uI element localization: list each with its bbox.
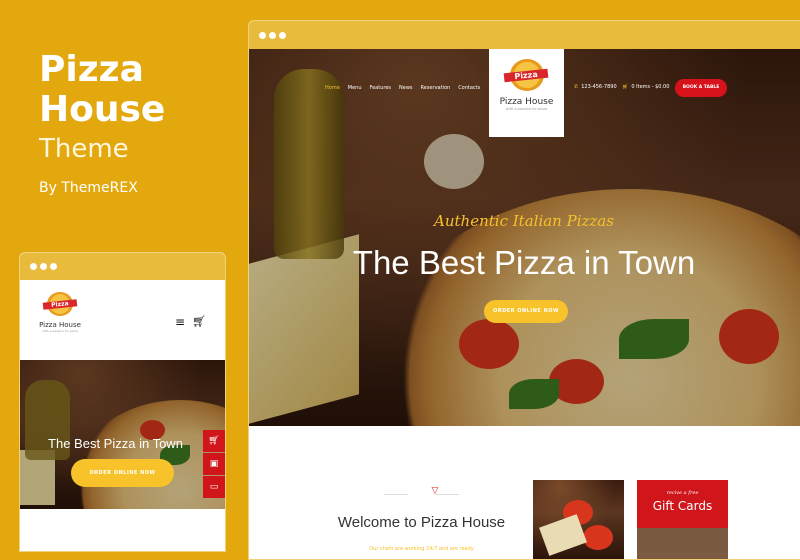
side-panel: 🛒︎ ▣ ▭ bbox=[203, 430, 225, 498]
logo-badge-text: Pizza bbox=[42, 299, 78, 310]
nav-contacts[interactable]: Contacts bbox=[458, 85, 480, 91]
phone-number: 123-456-7890 bbox=[581, 84, 617, 90]
window-icon[interactable]: ▭ bbox=[203, 476, 225, 498]
window-dot bbox=[40, 263, 47, 270]
promo-subtitle: Theme bbox=[39, 134, 129, 164]
cart-summary[interactable]: 🛒︎ 0 Items - $0.00 bbox=[622, 84, 669, 90]
nav-menu[interactable]: Menu bbox=[348, 85, 362, 91]
logo-name: Pizza House bbox=[499, 97, 554, 107]
gift-title: Gift Cards bbox=[652, 499, 713, 513]
cart-icon: 🛒︎ bbox=[622, 84, 629, 90]
window-titlebar bbox=[20, 253, 225, 280]
promo-title-line2: House bbox=[39, 89, 166, 130]
welcome-title: Welcome to Pizza House bbox=[337, 514, 506, 531]
cart-icon[interactable]: 🛒︎ bbox=[203, 430, 225, 452]
welcome-section: ▽ Welcome to Pizza House Our chefs are w… bbox=[249, 426, 800, 559]
hero-title: The Best Pizza in Town bbox=[352, 244, 696, 281]
window-titlebar bbox=[249, 21, 800, 49]
window-dot bbox=[259, 31, 266, 39]
window-dot bbox=[30, 263, 37, 270]
nav-home[interactable]: Home bbox=[325, 85, 340, 91]
menu-icon[interactable]: ≡ bbox=[175, 315, 185, 329]
order-online-button[interactable]: ORDER ONLINE NOW bbox=[71, 459, 174, 487]
site-logo[interactable]: Pizza Pizza House with a passion for piz… bbox=[35, 292, 85, 333]
hero-script: Authentic Italian Pizzas bbox=[434, 212, 614, 230]
nav-reservation[interactable]: Reservation bbox=[421, 85, 451, 91]
mobile-hero-title: The Best Pizza in Town bbox=[48, 436, 183, 451]
window-dot bbox=[279, 31, 286, 39]
window-dot bbox=[50, 263, 57, 270]
nav-features[interactable]: Features bbox=[370, 85, 392, 91]
mobile-preview: Pizza Pizza House with a passion for piz… bbox=[19, 252, 226, 552]
cart-icon[interactable]: 🛒︎ bbox=[192, 315, 206, 328]
order-online-button[interactable]: ORDER ONLINE NOW bbox=[484, 300, 568, 323]
phone[interactable]: ✆ 123-456-7890 bbox=[574, 84, 617, 90]
mobile-hero: The Best Pizza in Town ORDER ONLINE NOW … bbox=[20, 360, 225, 509]
food-photo bbox=[533, 480, 624, 559]
welcome-text: Our chefs are working 24/7 and are ready bbox=[369, 546, 474, 552]
main-nav: Home Menu Features News Reservation Cont… bbox=[325, 85, 480, 91]
image-icon[interactable]: ▣ bbox=[203, 453, 225, 475]
logo-tagline: with a passion for pizza bbox=[42, 329, 78, 333]
hero-section: Home Menu Features News Reservation Cont… bbox=[249, 49, 800, 426]
site-logo[interactable]: Pizza Pizza House with a passion for piz… bbox=[489, 49, 564, 137]
phone-icon: ✆ bbox=[574, 84, 579, 90]
promo-text: Pizza House Theme By ThemeREX bbox=[39, 49, 166, 197]
gift-script: recive a free bbox=[666, 490, 699, 496]
logo-name: Pizza House bbox=[39, 321, 81, 329]
gift-cards-banner[interactable]: recive a free Gift Cards bbox=[637, 480, 728, 559]
window-dot bbox=[269, 31, 276, 39]
nav-news[interactable]: News bbox=[399, 85, 413, 91]
logo-tagline: with a passion for pizza bbox=[505, 107, 548, 111]
mobile-header: Pizza Pizza House with a passion for piz… bbox=[20, 280, 225, 360]
logo-badge-text: Pizza bbox=[504, 68, 549, 83]
book-table-button[interactable]: BOOK A TABLE bbox=[675, 79, 727, 97]
promo-title-line1: Pizza bbox=[39, 49, 144, 90]
promo-byline: By ThemeREX bbox=[39, 180, 138, 196]
desktop-preview: Home Menu Features News Reservation Cont… bbox=[248, 20, 800, 560]
cart-text: 0 Items - $0.00 bbox=[631, 84, 670, 90]
